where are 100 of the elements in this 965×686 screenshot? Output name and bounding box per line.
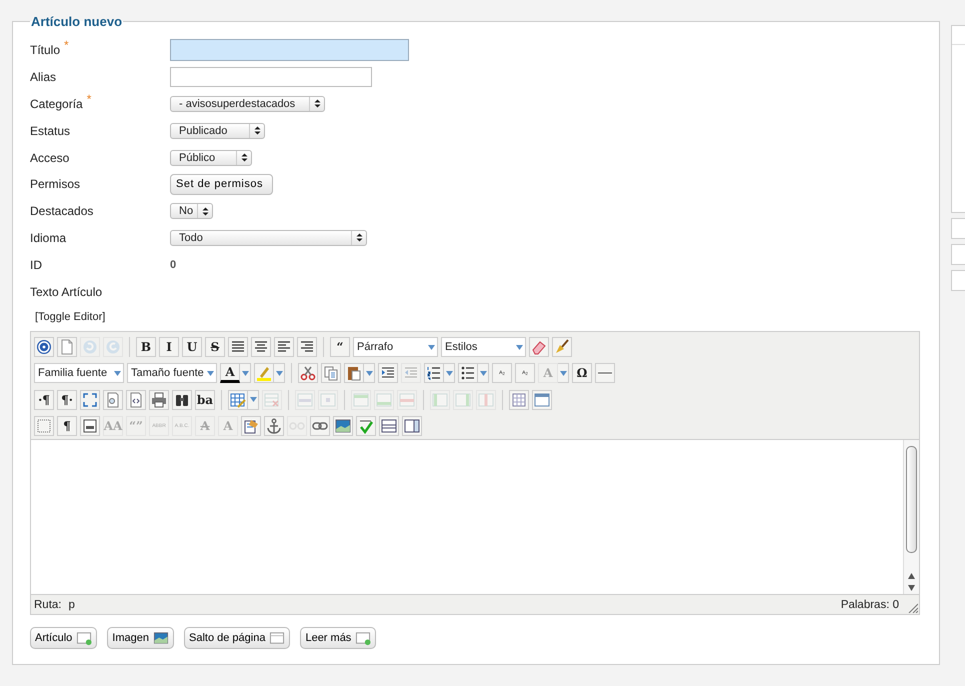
bullet-list-button[interactable] (458, 363, 478, 384)
window-button[interactable] (532, 390, 552, 410)
scissors-button[interactable] (298, 363, 318, 384)
image-button[interactable] (333, 416, 353, 436)
format-button[interactable]: U (182, 337, 202, 358)
field-label: Título (30, 43, 60, 58)
dropdown-button[interactable] (240, 363, 251, 384)
numbered-list-button[interactable] (424, 363, 444, 384)
highlighter-button[interactable] (254, 363, 274, 384)
field-label: Estatus (30, 124, 70, 138)
spellcheck-button[interactable] (356, 416, 376, 436)
page-break-icon (82, 418, 98, 434)
clipboard-hand-button[interactable] (241, 416, 261, 436)
copy-icon (323, 365, 339, 382)
format-button[interactable]: S (205, 337, 225, 358)
justify-button[interactable] (228, 337, 248, 358)
field-label: Texto Artículo (30, 284, 102, 299)
format-button[interactable]: A (220, 363, 240, 384)
indent-button[interactable] (378, 363, 398, 384)
format-button[interactable]: ba (195, 390, 215, 410)
format-button[interactable]: B (136, 337, 156, 358)
editor-xtd-button[interactable]: Artículo (30, 627, 98, 650)
code-button[interactable] (126, 390, 146, 410)
table-button[interactable] (228, 390, 248, 410)
word-count: Palabras: 0 (840, 598, 899, 611)
document-plus-icon (76, 630, 92, 646)
printer-button[interactable] (149, 390, 169, 410)
select-field[interactable]: Público (170, 150, 252, 166)
caret-icon (114, 370, 121, 376)
format-button[interactable]: Ω (572, 363, 592, 384)
bullet-list-icon (460, 365, 476, 382)
toolbar-select[interactable]: Familia fuente (34, 363, 124, 384)
caret-icon (366, 370, 372, 376)
grid-icon (511, 392, 527, 408)
grid-button[interactable] (509, 390, 529, 410)
code-icon (128, 392, 144, 408)
align-right-button[interactable] (297, 337, 317, 358)
required-mark: * (64, 38, 69, 54)
format-button[interactable]: I (159, 337, 179, 358)
table-row-icon (297, 392, 313, 408)
select-field[interactable]: Todo (170, 230, 367, 246)
eraser-icon (531, 339, 547, 356)
numbered-list-icon (426, 365, 442, 382)
horizontal-rule-button[interactable] (595, 363, 615, 384)
highlighter-icon (256, 365, 272, 382)
undo-icon (82, 339, 98, 356)
caret-icon (250, 397, 256, 402)
binoculars-button[interactable] (172, 390, 192, 410)
text-field[interactable] (170, 39, 409, 62)
document-button[interactable] (57, 337, 77, 358)
editor-xtd-button[interactable]: Leer más (300, 627, 376, 650)
broom-button[interactable] (552, 337, 572, 358)
copy-button[interactable] (321, 363, 341, 384)
template-button[interactable] (402, 416, 422, 436)
select-field[interactable]: Publicado (170, 122, 265, 139)
delete-table-icon (264, 392, 280, 408)
select-field[interactable]: No (170, 203, 213, 220)
editor-xtd-button[interactable]: Imagen (107, 627, 174, 650)
resize-grip-icon[interactable] (908, 603, 918, 614)
path-element[interactable]: p (68, 598, 75, 611)
align-left-button[interactable] (274, 337, 294, 358)
align-center-button[interactable] (251, 337, 271, 358)
table-cell-icon (320, 392, 336, 408)
page-break-icon (269, 630, 286, 646)
select-field[interactable]: - avisosuperdestacados (170, 96, 325, 112)
toggle-editor-link[interactable]: [Toggle Editor] (35, 310, 106, 323)
editor-xtd-button[interactable]: Salto de página (184, 627, 290, 650)
toolbar-select[interactable]: Párrafo (353, 337, 438, 358)
fullscreen-button[interactable] (80, 390, 100, 410)
layer-button[interactable] (379, 416, 399, 436)
permissions-button[interactable]: Set de permisos (170, 174, 273, 195)
format-button[interactable]: ·¶ (34, 390, 54, 410)
image-icon (153, 630, 169, 646)
toolbar-select[interactable]: Tamaño fuente (127, 363, 217, 384)
caret-icon (480, 370, 486, 376)
preview-button[interactable] (103, 390, 123, 410)
scroll-down-icon[interactable] (908, 585, 915, 592)
dotted-box-button[interactable] (34, 416, 54, 436)
up-down-arrows-icon (314, 99, 320, 108)
format-button[interactable]: “ (330, 337, 350, 358)
format-button[interactable]: ¶· (57, 390, 77, 410)
clipboard-hand-icon (243, 418, 259, 434)
dropdown-button[interactable] (274, 363, 285, 384)
toolbar-select[interactable]: Estilos (441, 337, 526, 358)
dotted-box-icon (36, 418, 52, 434)
caret-icon (516, 344, 523, 350)
text-field[interactable] (170, 67, 372, 88)
anchor-button[interactable] (264, 416, 284, 436)
format-button[interactable]: ¶ (57, 416, 77, 436)
help-button[interactable] (34, 337, 54, 358)
scrollbar[interactable] (903, 440, 919, 594)
dropdown-button[interactable] (248, 390, 259, 410)
clipboard-button[interactable] (344, 363, 364, 384)
link-button[interactable] (310, 416, 330, 436)
redo-icon (105, 339, 121, 356)
eraser-button[interactable] (529, 337, 549, 358)
field-label: Idioma (30, 230, 66, 245)
page-break-button[interactable] (80, 416, 100, 436)
scroll-up-icon[interactable] (908, 573, 915, 580)
caret-icon (242, 370, 248, 376)
